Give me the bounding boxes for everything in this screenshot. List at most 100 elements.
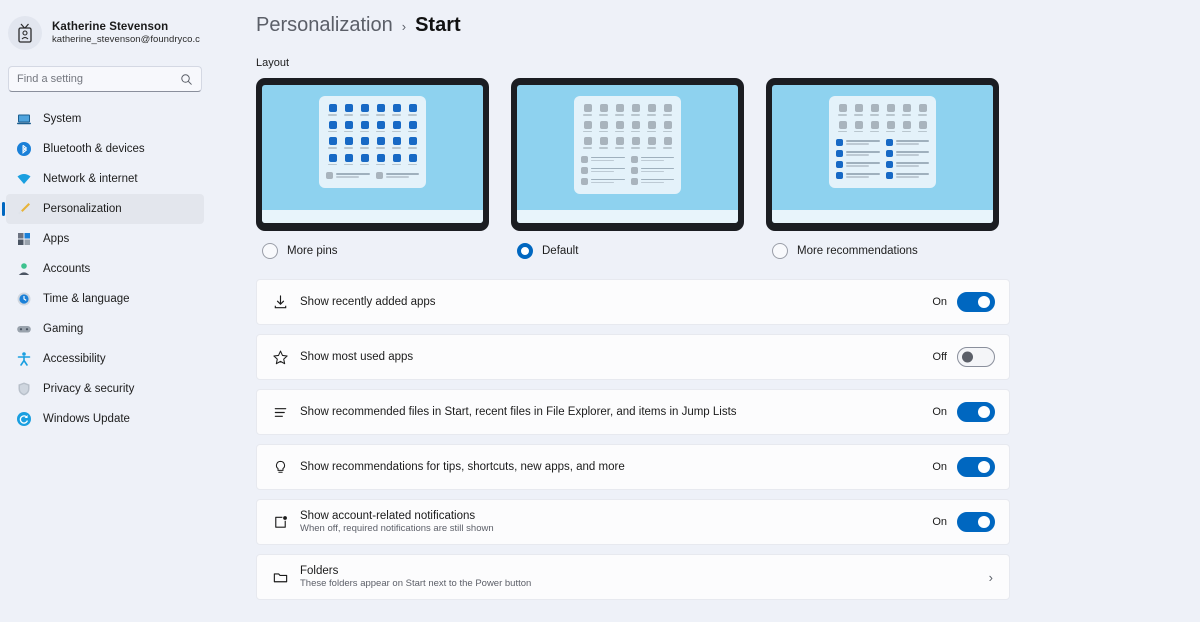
setting-title: Show recommended files in Start, recent … <box>300 406 737 418</box>
list-icon <box>269 404 291 421</box>
toggle-state-label: On <box>932 461 947 473</box>
search-icon <box>181 73 192 85</box>
sidebar-item-gaming[interactable]: Gaming <box>6 314 204 344</box>
accessibility-icon <box>16 351 32 367</box>
setting-row-recommendations-tips[interactable]: Show recommendations for tips, shortcuts… <box>256 444 1010 490</box>
radio-button[interactable] <box>262 243 278 259</box>
setting-row-folders[interactable]: Folders These folders appear on Start ne… <box>256 554 1010 600</box>
sidebar-item-bluetooth-devices[interactable]: Bluetooth & devices <box>6 134 204 164</box>
notification-icon <box>269 514 291 531</box>
monitor-frame <box>766 78 999 231</box>
preview-screen <box>772 85 993 223</box>
sidebar-item-apps[interactable]: Apps <box>6 224 204 254</box>
setting-title: Show recently added apps <box>300 296 436 308</box>
download-icon <box>269 294 291 311</box>
toggle-switch[interactable] <box>957 402 995 422</box>
sidebar-item-label: Accounts <box>43 263 91 275</box>
folder-icon <box>269 569 291 586</box>
toggle-switch[interactable] <box>957 292 995 312</box>
sidebar-item-personalization[interactable]: Personalization <box>2 194 204 224</box>
monitor-frame <box>511 78 744 231</box>
sidebar-item-accounts[interactable]: Accounts <box>6 254 204 284</box>
recommendations-grid <box>326 172 419 179</box>
shield-icon <box>16 381 32 397</box>
sidebar-item-label: Time & language <box>43 293 130 305</box>
sidebar-item-time-language[interactable]: Time & language <box>6 284 204 314</box>
layout-preview-group <box>210 78 1200 231</box>
setting-row-most-used-apps[interactable]: Show most used apps Off <box>256 334 1010 380</box>
setting-row-account-notifications[interactable]: Show account-related notifications When … <box>256 499 1010 545</box>
toggle-switch[interactable] <box>957 457 995 477</box>
search-input[interactable] <box>17 73 180 85</box>
settings-window: Katherine Stevenson katherine_stevenson@… <box>0 0 1200 622</box>
radio-option-more-pins[interactable]: More pins <box>256 243 489 259</box>
radio-button[interactable] <box>772 243 788 259</box>
search-box[interactable] <box>8 66 202 92</box>
layout-option-more-recommendations[interactable] <box>766 78 999 231</box>
avatar <box>8 16 42 50</box>
toggle-state-label: On <box>932 296 947 308</box>
layout-option-more-pins[interactable] <box>256 78 489 231</box>
pinned-apps-grid <box>581 104 674 149</box>
layout-radio-group: More pins Default More recommendations <box>210 243 1200 259</box>
breadcrumb: Personalization › Start <box>210 14 1200 37</box>
taskbar-mock <box>772 210 993 223</box>
refresh-icon <box>16 411 32 427</box>
radio-label: More recommendations <box>797 245 918 257</box>
sidebar-item-label: System <box>43 113 82 125</box>
radio-label: More pins <box>287 245 338 257</box>
sidebar-item-network-internet[interactable]: Network & internet <box>6 164 204 194</box>
sidebar-item-windows-update[interactable]: Windows Update <box>6 404 204 434</box>
setting-description: These folders appear on Start next to th… <box>300 578 532 589</box>
sidebar-item-label: Apps <box>43 233 70 245</box>
star-icon <box>269 349 291 366</box>
sidebar-item-label: Accessibility <box>43 353 106 365</box>
radio-button-selected[interactable] <box>517 243 533 259</box>
bluetooth-icon <box>16 141 32 157</box>
start-menu-mock <box>574 96 681 194</box>
user-profile[interactable]: Katherine Stevenson katherine_stevenson@… <box>0 10 210 60</box>
pinned-apps-grid <box>326 104 419 165</box>
sidebar-item-label: Privacy & security <box>43 383 135 395</box>
laptop-icon <box>16 111 32 127</box>
sidebar-nav: System Bluetooth & devices Network & int… <box>0 104 210 434</box>
setting-row-recently-added-apps[interactable]: Show recently added apps On <box>256 279 1010 325</box>
toggle-switch[interactable] <box>957 347 995 367</box>
chevron-right-icon[interactable]: › <box>989 570 995 585</box>
start-menu-mock <box>829 96 936 188</box>
recommendations-grid <box>836 139 929 179</box>
setting-title: Show account-related notifications <box>300 510 476 522</box>
toggle-state-label: Off <box>932 351 947 363</box>
preview-screen <box>262 85 483 223</box>
setting-description: When off, required notifications are sti… <box>300 523 494 534</box>
sidebar-item-accessibility[interactable]: Accessibility <box>6 344 204 374</box>
start-menu-mock <box>319 96 426 188</box>
main-content: Personalization › Start Layout More pins… <box>210 0 1200 622</box>
preview-screen <box>517 85 738 223</box>
toggle-switch[interactable] <box>957 512 995 532</box>
profile-name: Katherine Stevenson <box>52 21 169 33</box>
clock-icon <box>16 291 32 307</box>
sidebar-item-system[interactable]: System <box>6 104 204 134</box>
toggle-state-label: On <box>932 406 947 418</box>
taskbar-mock <box>262 210 483 223</box>
sidebar: Katherine Stevenson katherine_stevenson@… <box>0 0 210 622</box>
setting-row-recommended-files[interactable]: Show recommended files in Start, recent … <box>256 389 1010 435</box>
lightbulb-icon <box>269 459 291 476</box>
radio-option-more-recommendations[interactable]: More recommendations <box>766 243 999 259</box>
sidebar-item-privacy-security[interactable]: Privacy & security <box>6 374 204 404</box>
settings-list: Show recently added apps On Show most us… <box>210 279 1200 600</box>
profile-email: katherine_stevenson@foundryco.com <box>52 34 200 45</box>
sidebar-item-label: Personalization <box>43 203 122 215</box>
page-title: Start <box>415 14 461 36</box>
breadcrumb-parent[interactable]: Personalization <box>256 14 393 37</box>
layout-option-default[interactable] <box>511 78 744 231</box>
radio-option-default[interactable]: Default <box>511 243 744 259</box>
pinned-apps-grid <box>836 104 929 132</box>
chevron-right-icon: › <box>401 19 407 34</box>
apps-grid-icon <box>16 231 32 247</box>
sidebar-item-label: Bluetooth & devices <box>43 143 145 155</box>
sidebar-item-label: Network & internet <box>43 173 138 185</box>
monitor-frame <box>256 78 489 231</box>
id-badge-icon <box>18 23 32 43</box>
